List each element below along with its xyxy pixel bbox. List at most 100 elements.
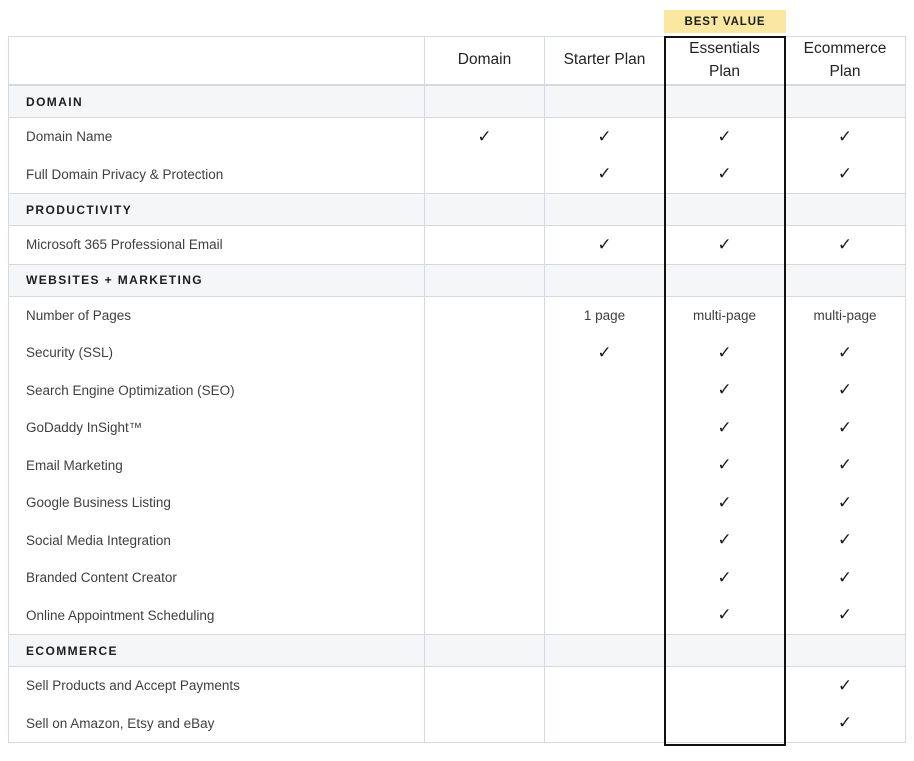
table-row: Security (SSL) ✓ ✓ ✓ bbox=[9, 334, 905, 372]
plan-cell: ✓ bbox=[785, 226, 905, 264]
plan-cell: ✓ bbox=[665, 118, 785, 156]
plan-cell: 1 page bbox=[545, 297, 665, 335]
section-header-row: ECOMMERCE bbox=[9, 634, 905, 667]
feature-label: Number of Pages bbox=[9, 297, 425, 335]
feature-label: Security (SSL) bbox=[9, 334, 425, 372]
feature-label: Search Engine Optimization (SEO) bbox=[9, 372, 425, 410]
table-row: Sell on Amazon, Etsy and eBay ✓ bbox=[9, 705, 905, 743]
plan-cell: ✓ bbox=[665, 372, 785, 410]
section-title: DOMAIN bbox=[9, 86, 425, 117]
plan-cell: ✓ bbox=[785, 447, 905, 485]
table-row: Google Business Listing ✓ ✓ bbox=[9, 484, 905, 522]
table-row: Branded Content Creator ✓ ✓ bbox=[9, 559, 905, 597]
table-row: Online Appointment Scheduling ✓ ✓ bbox=[9, 597, 905, 635]
feature-label: Full Domain Privacy & Protection bbox=[9, 156, 425, 194]
plan-cell bbox=[545, 484, 665, 522]
plan-cell bbox=[665, 705, 785, 743]
plan-cell bbox=[425, 484, 545, 522]
plan-cell bbox=[425, 226, 545, 264]
plan-cell bbox=[425, 447, 545, 485]
plan-cell: ✓ bbox=[665, 409, 785, 447]
plan-cell bbox=[665, 667, 785, 705]
plan-cell bbox=[425, 597, 545, 635]
section-cell bbox=[785, 265, 905, 296]
section-header-row: WEBSITES + MARKETING bbox=[9, 264, 905, 297]
feature-label: Sell on Amazon, Etsy and eBay bbox=[9, 705, 425, 743]
plan-cell: ✓ bbox=[545, 156, 665, 194]
plan-cell bbox=[545, 372, 665, 410]
feature-label: Online Appointment Scheduling bbox=[9, 597, 425, 635]
plan-cell bbox=[425, 372, 545, 410]
feature-label: Google Business Listing bbox=[9, 484, 425, 522]
section-cell bbox=[545, 86, 665, 117]
plan-cell: ✓ bbox=[665, 156, 785, 194]
section-title: ECOMMERCE bbox=[9, 635, 425, 666]
plan-cell bbox=[425, 522, 545, 560]
plan-cell: ✓ bbox=[665, 522, 785, 560]
plan-cell: multi-page bbox=[665, 297, 785, 335]
section-title: PRODUCTIVITY bbox=[9, 194, 425, 225]
best-value-badge: BEST VALUE bbox=[664, 10, 786, 33]
feature-label: Email Marketing bbox=[9, 447, 425, 485]
table-row: Full Domain Privacy & Protection ✓ ✓ ✓ bbox=[9, 156, 905, 194]
plan-cell: ✓ bbox=[665, 334, 785, 372]
plan-cell: ✓ bbox=[785, 559, 905, 597]
section-cell bbox=[665, 86, 785, 117]
table-row: Sell Products and Accept Payments ✓ bbox=[9, 667, 905, 705]
column-header-row: Domain Starter Plan Essentials Plan Ecom… bbox=[9, 37, 905, 85]
plan-cell: ✓ bbox=[785, 484, 905, 522]
section-header-row: DOMAIN bbox=[9, 85, 905, 118]
plan-cell: ✓ bbox=[785, 334, 905, 372]
section-cell bbox=[785, 194, 905, 225]
plan-cell: ✓ bbox=[785, 372, 905, 410]
column-header-ecommerce-plan: Ecommerce Plan bbox=[785, 37, 905, 84]
table-row: Microsoft 365 Professional Email ✓ ✓ ✓ bbox=[9, 226, 905, 264]
plan-cell bbox=[425, 156, 545, 194]
plan-cell: ✓ bbox=[785, 667, 905, 705]
table-row: Search Engine Optimization (SEO) ✓ ✓ bbox=[9, 372, 905, 410]
section-cell bbox=[545, 265, 665, 296]
plan-cell: ✓ bbox=[785, 597, 905, 635]
table-row: Social Media Integration ✓ ✓ bbox=[9, 522, 905, 560]
plan-cell bbox=[545, 597, 665, 635]
column-header-essentials-plan: Essentials Plan bbox=[665, 37, 785, 84]
section-cell bbox=[545, 635, 665, 666]
plan-cell bbox=[545, 667, 665, 705]
section-cell bbox=[785, 635, 905, 666]
table-row: GoDaddy InSight™ ✓ ✓ bbox=[9, 409, 905, 447]
plan-cell bbox=[545, 559, 665, 597]
plan-cell bbox=[545, 409, 665, 447]
feature-label: Domain Name bbox=[9, 118, 425, 156]
plan-cell: ✓ bbox=[425, 118, 545, 156]
section-header-row: PRODUCTIVITY bbox=[9, 193, 905, 226]
column-header-starter-plan: Starter Plan bbox=[545, 37, 665, 84]
plan-cell bbox=[425, 334, 545, 372]
feature-label: Sell Products and Accept Payments bbox=[9, 667, 425, 705]
feature-label: Branded Content Creator bbox=[9, 559, 425, 597]
table-row: Number of Pages 1 page multi-page multi-… bbox=[9, 297, 905, 335]
plan-cell: ✓ bbox=[785, 118, 905, 156]
section-cell bbox=[425, 265, 545, 296]
feature-label: Social Media Integration bbox=[9, 522, 425, 560]
plan-cell bbox=[425, 297, 545, 335]
plan-cell: ✓ bbox=[545, 334, 665, 372]
plan-cell: ✓ bbox=[785, 705, 905, 743]
plan-cell: ✓ bbox=[545, 226, 665, 264]
plan-cell: ✓ bbox=[785, 409, 905, 447]
section-cell bbox=[665, 194, 785, 225]
plan-cell: ✓ bbox=[545, 118, 665, 156]
section-cell bbox=[425, 194, 545, 225]
plan-cell bbox=[545, 447, 665, 485]
plan-cell: ✓ bbox=[665, 226, 785, 264]
section-cell bbox=[665, 265, 785, 296]
feature-label: GoDaddy InSight™ bbox=[9, 409, 425, 447]
plan-cell: ✓ bbox=[665, 597, 785, 635]
plan-cell bbox=[425, 409, 545, 447]
section-cell bbox=[425, 86, 545, 117]
plan-cell: ✓ bbox=[665, 447, 785, 485]
plan-cell: ✓ bbox=[665, 559, 785, 597]
section-cell bbox=[425, 635, 545, 666]
feature-label: Microsoft 365 Professional Email bbox=[9, 226, 425, 264]
table-row: Email Marketing ✓ ✓ bbox=[9, 447, 905, 485]
plan-cell bbox=[425, 705, 545, 743]
